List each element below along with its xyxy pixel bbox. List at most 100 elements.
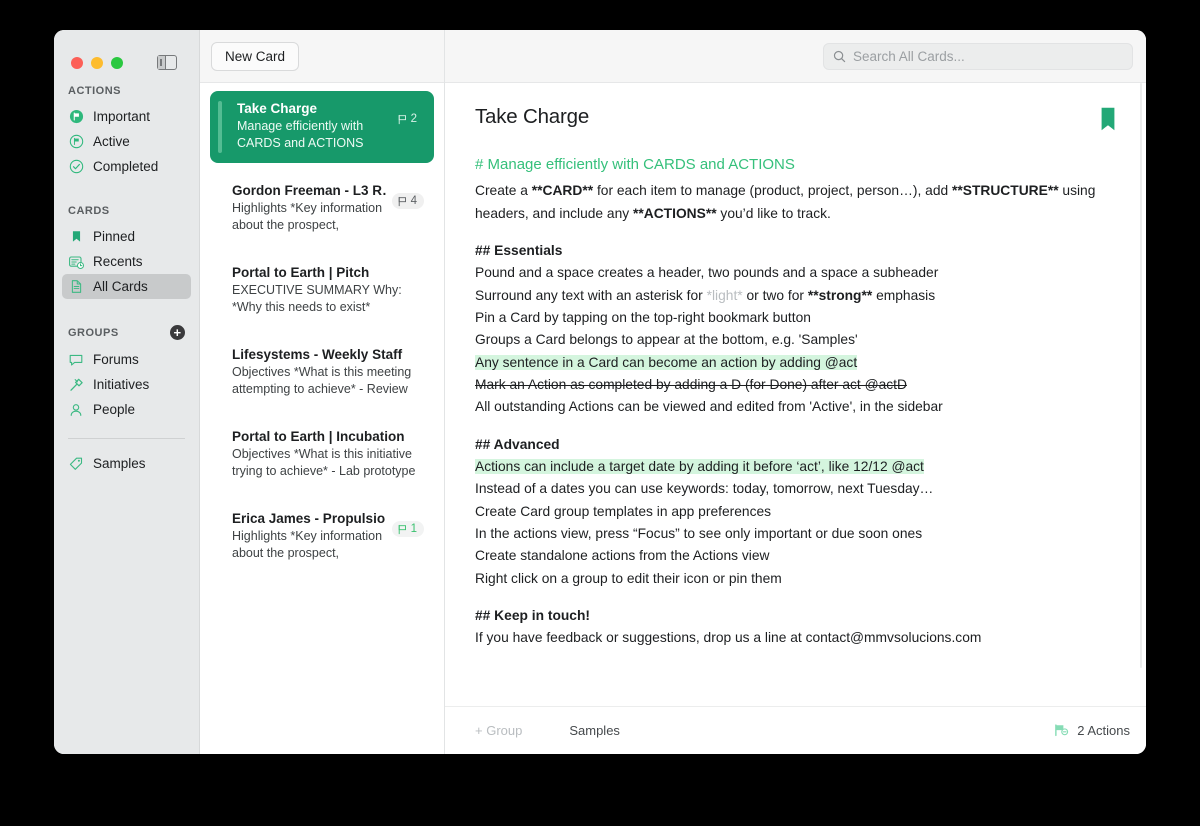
list-toolbar: New Card (200, 30, 444, 83)
sidebar-group-cards: Pinned Recents All Cards (54, 224, 199, 299)
add-group-button[interactable]: + (170, 325, 185, 340)
card-title: Erica James - Propulsio… (232, 511, 386, 526)
card-snippet: Highlights *Key information about the pr… (232, 201, 383, 232)
app-window: ACTIONS Important Active Completed CARDS… (54, 30, 1146, 754)
status-badge: 4 (391, 193, 424, 209)
detail-footer: + Group Samples 2 Actions (445, 706, 1146, 754)
advanced-line-2: Instead of a dates you can use keywords:… (475, 481, 934, 497)
advanced-line-date-action: Actions can include a target date by add… (475, 456, 1116, 478)
list-item[interactable]: Gordon Freeman - L3 R… Highlights *Key i… (210, 173, 434, 245)
essentials-line-6: All outstanding Actions can be viewed an… (475, 399, 943, 415)
flags-icon (1055, 724, 1069, 737)
sidebar-divider (68, 438, 185, 439)
window-controls (54, 30, 199, 75)
list-item[interactable]: Take Charge Manage efficiently with CARD… (210, 91, 434, 163)
speech-bubble-icon (68, 352, 84, 368)
status-badge: 1 (391, 521, 424, 537)
sidebar-item-active[interactable]: Active (62, 129, 191, 154)
list-item[interactable]: Portal to Earth | Incubation Objectives … (210, 419, 434, 491)
bookmark-icon (68, 229, 84, 245)
sidebar-item-completed[interactable]: Completed (62, 154, 191, 179)
card-title: Take Charge (237, 101, 318, 116)
sidebar-section-label: GROUPS (68, 326, 119, 339)
flag-icon (398, 196, 406, 206)
detail-column: Search All Cards... Take Charge # Manage… (445, 30, 1146, 754)
card-snippet: Objectives *What is this meeting attempt… (232, 365, 412, 396)
list-item[interactable]: Portal to Earth | Pitch EXECUTIVE SUMMAR… (210, 255, 434, 327)
add-group-button[interactable]: + Group (475, 723, 522, 738)
search-input[interactable]: Search All Cards... (823, 42, 1133, 70)
sidebar-item-pinned[interactable]: Pinned (62, 224, 191, 249)
flag-icon (398, 114, 406, 124)
card-list: Take Charge Manage efficiently with CARD… (200, 83, 444, 754)
essentials-line-done: Mark an Action as completed by adding a … (475, 374, 1116, 396)
list-item[interactable]: Lifesystems - Weekly Staff Objectives *W… (210, 337, 434, 409)
actions-count-label: 2 Actions (1077, 723, 1130, 738)
card-title: Portal to Earth | Incubation (232, 429, 405, 444)
highlighted-date-action-text: Actions can include a target date by add… (475, 459, 924, 475)
sidebar-toggle-icon[interactable] (157, 55, 177, 70)
sidebar-item-samples[interactable]: Samples (62, 451, 191, 476)
bookmark-filled-icon[interactable] (1100, 107, 1116, 136)
essentials-line-2: Pin a Card by tapping on the top-right b… (475, 310, 811, 326)
intro-bold-actions: **ACTIONS** (633, 205, 717, 221)
advanced-line-6: Right click on a group to edit their ico… (475, 570, 782, 586)
sidebar-item-important[interactable]: Important (62, 104, 191, 129)
list-item[interactable]: Erica James - Propulsio… Highlights *Key… (210, 501, 434, 573)
emphasis-strong: **strong** (807, 287, 873, 303)
minimize-button[interactable] (91, 56, 103, 69)
vertical-scrollbar[interactable] (1140, 83, 1142, 668)
essentials-line-action: Any sentence in a Card can become an act… (475, 352, 1116, 374)
essentials-line-emphasis: Surround any text with an asterisk for *… (475, 285, 1116, 307)
search-placeholder: Search All Cards... (853, 48, 965, 64)
status-badge: 2 (392, 111, 424, 127)
card-content: # Manage efficiently with CARDS and ACTI… (475, 153, 1116, 650)
hammer-icon (68, 377, 84, 393)
sidebar-item-people[interactable]: People (62, 397, 191, 422)
sidebar-item-label: People (93, 402, 136, 417)
sidebar-item-label: Completed (93, 159, 159, 174)
person-icon (68, 402, 84, 418)
sidebar-section-label: ACTIONS (68, 85, 121, 97)
flag-icon (398, 524, 406, 534)
sidebar-item-forums[interactable]: Forums (62, 347, 191, 372)
essentials-line-1: Pound and a space creates a header, two … (475, 265, 939, 281)
completed-action-text: Mark an Action as completed by adding a … (475, 377, 907, 393)
sidebar: ACTIONS Important Active Completed CARDS… (54, 30, 200, 754)
essentials-line-3: Groups a Card belongs to appear at the b… (475, 332, 858, 348)
sidebar-item-recents[interactable]: Recents (62, 249, 191, 274)
sidebar-item-label: Active (93, 134, 130, 149)
detail-header: Take Charge (475, 105, 1116, 136)
intro-bold-card: **CARD** (531, 183, 594, 199)
selection-accent-bar (218, 101, 222, 153)
recents-clock-card-icon (68, 254, 84, 270)
content-heading-1: # Manage efficiently with CARDS and ACTI… (475, 156, 795, 173)
flag-outline-circle-icon (68, 134, 84, 150)
actions-count-button[interactable]: 2 Actions (1053, 723, 1130, 738)
close-button[interactable] (71, 56, 83, 69)
card-title: Lifesystems - Weekly Staff (232, 347, 403, 362)
zoom-button[interactable] (111, 56, 123, 69)
intro-bold-structure: **STRUCTURE** (952, 183, 1059, 199)
sidebar-section-actions-header: ACTIONS (54, 85, 199, 97)
sidebar-item-all-cards[interactable]: All Cards (62, 274, 191, 299)
advanced-line-4: In the actions view, press “Focus” to se… (475, 526, 923, 542)
content-heading-keep-in-touch: ## Keep in touch! (475, 608, 590, 624)
advanced-line-5: Create standalone actions from the Actio… (475, 548, 770, 564)
emphasis-text-c: emphasis (872, 287, 936, 303)
sidebar-group-footer: Samples (54, 451, 199, 476)
card-snippet: EXECUTIVE SUMMARY Why: *Why this needs t… (232, 283, 402, 314)
intro-text-1: Create a (475, 183, 532, 199)
advanced-line-3: Create Card group templates in app prefe… (475, 503, 772, 519)
sidebar-section-groups-header: GROUPS + (54, 325, 199, 340)
emphasis-text-a: Surround any text with an asterisk for (475, 287, 707, 303)
sidebar-item-label: Important (93, 109, 151, 124)
card-snippet: Objectives *What is this initiative tryi… (232, 447, 416, 478)
card-snippet: Manage efficiently with CARDS and ACTION… (237, 119, 364, 150)
flag-filled-circle-icon (68, 109, 84, 125)
new-card-button[interactable]: New Card (211, 41, 300, 71)
group-tag-samples[interactable]: Samples (569, 723, 620, 738)
sidebar-item-initiatives[interactable]: Initiatives (62, 372, 191, 397)
